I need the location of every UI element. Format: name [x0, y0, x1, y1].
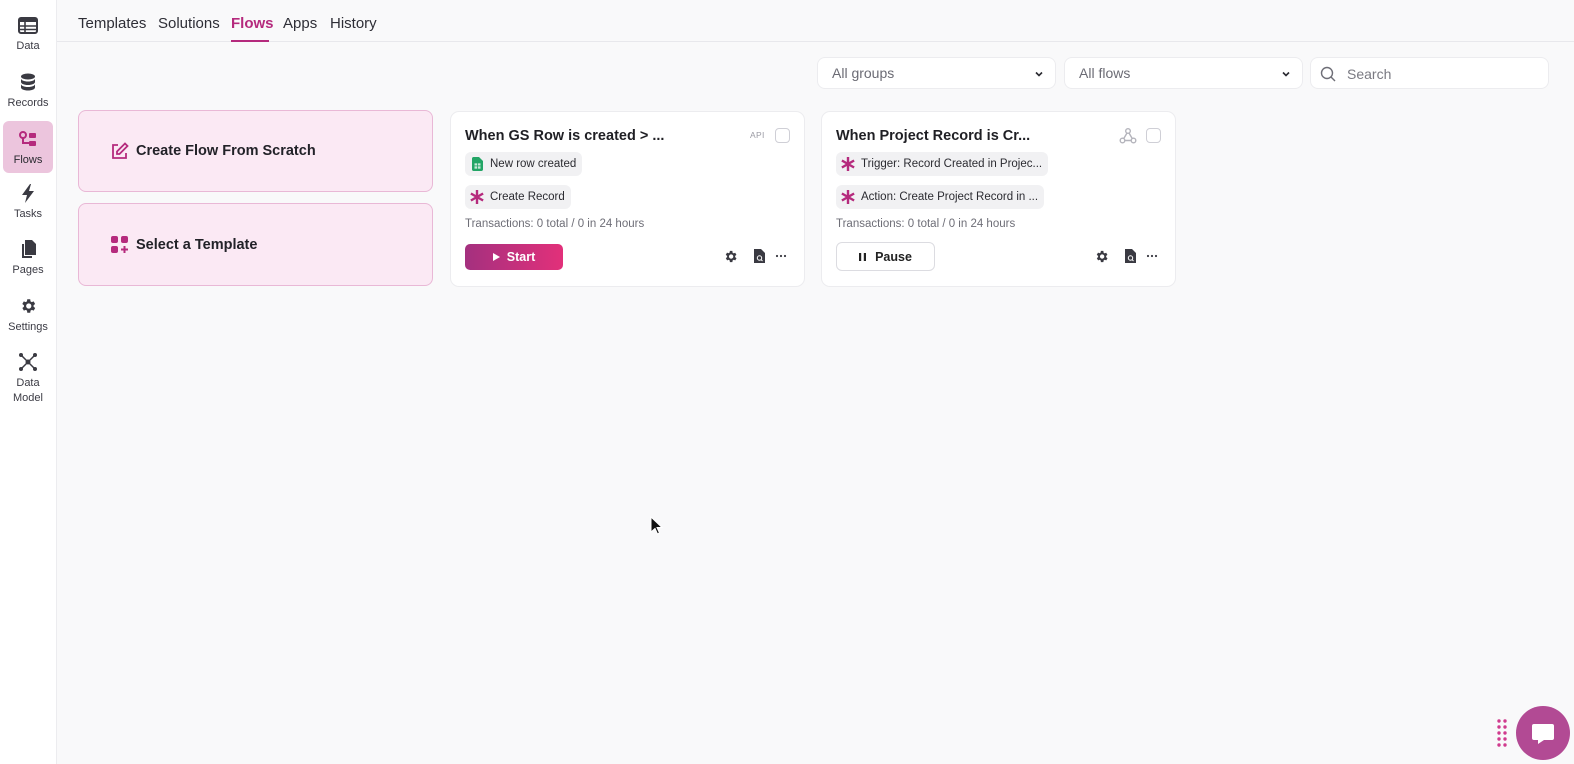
sidebar-item-label: Flows	[13, 154, 43, 166]
action-label: Action: Create Project Record in ...	[861, 191, 1039, 203]
webhook-icon	[1119, 127, 1137, 145]
groups-select[interactable]: All groups	[817, 57, 1056, 89]
start-button-label: Start	[506, 250, 536, 264]
select-template-card[interactable]: Select a Template	[78, 203, 433, 286]
flows-select[interactable]: All flows	[1064, 57, 1303, 89]
drag-handle-icon[interactable]	[1496, 718, 1508, 748]
asterisk-icon	[470, 190, 484, 204]
action-label: Create Record	[490, 191, 565, 203]
sidebar-item-label: Pages	[12, 264, 44, 276]
api-badge: API	[750, 130, 765, 140]
trigger-label: Trigger: Record Created in Projec...	[861, 158, 1043, 170]
pause-button-label: Pause	[875, 249, 912, 264]
sidebar-item-label: Data	[16, 40, 40, 52]
sidebar-item-label: Tasks	[13, 208, 43, 220]
asterisk-icon	[841, 157, 855, 171]
groups-select-value: All groups	[832, 65, 895, 81]
flow-card: When GS Row is created > ... API New row…	[450, 111, 805, 287]
search-box	[1310, 57, 1549, 89]
sidebar-item-tasks[interactable]: Tasks	[3, 182, 53, 226]
pause-icon	[859, 252, 867, 261]
sidebar-item-settings[interactable]: Settings	[3, 295, 53, 339]
asterisk-icon	[841, 190, 855, 204]
table-icon	[17, 14, 39, 36]
sidebar: Data Records Flows Tasks Pages Settings	[0, 0, 57, 764]
sidebar-item-label: Records	[7, 97, 49, 109]
chat-button[interactable]	[1516, 706, 1570, 760]
gear-icon	[17, 295, 39, 317]
play-icon	[492, 253, 500, 261]
edit-icon	[110, 141, 129, 161]
sidebar-item-label: Settings	[8, 321, 48, 333]
template-grid-icon	[110, 235, 129, 254]
action-chip: Action: Create Project Record in ...	[836, 185, 1045, 209]
create-flow-card[interactable]: Create Flow From Scratch	[78, 110, 433, 192]
database-icon	[17, 71, 39, 93]
log-file-icon[interactable]	[1122, 248, 1138, 264]
flow-title[interactable]: When GS Row is created > ...	[465, 128, 664, 144]
action-chip: Create Record	[465, 185, 571, 209]
sidebar-item-pages[interactable]: Pages	[3, 238, 53, 282]
log-file-icon[interactable]	[751, 248, 767, 264]
flow-card: When Project Record is Cr... Trigger: Re…	[821, 111, 1176, 287]
flow-select-checkbox[interactable]	[1146, 128, 1161, 143]
pages-icon	[17, 238, 39, 260]
flows-icon	[17, 128, 39, 150]
trigger-label: New row created	[490, 158, 577, 170]
top-tabs: Templates Solutions Flows Apps History	[57, 0, 1574, 42]
network-icon	[17, 351, 39, 373]
tab-apps[interactable]: Apps	[283, 15, 317, 32]
flow-select-checkbox[interactable]	[775, 128, 790, 143]
start-button[interactable]: Start	[465, 244, 563, 270]
chat-bubble-icon	[1530, 720, 1556, 746]
chevron-down-icon	[1033, 67, 1045, 79]
search-input[interactable]	[1347, 64, 1537, 84]
more-options-icon[interactable]	[1144, 248, 1160, 264]
tab-history[interactable]: History	[330, 15, 377, 32]
sidebar-item-records[interactable]: Records	[3, 71, 53, 115]
chevron-down-icon	[1280, 67, 1292, 79]
gear-icon[interactable]	[722, 248, 738, 264]
sidebar-item-data-model[interactable]: Data Model	[3, 351, 53, 407]
select-template-label: Select a Template	[136, 236, 258, 253]
pause-button[interactable]: Pause	[836, 242, 935, 271]
tab-solutions[interactable]: Solutions	[158, 15, 220, 32]
sidebar-item-flows[interactable]: Flows	[3, 121, 53, 173]
tab-flows[interactable]: Flows	[231, 15, 274, 32]
transactions-text: Transactions: 0 total / 0 in 24 hours	[465, 218, 645, 230]
flows-select-value: All flows	[1079, 65, 1131, 81]
transactions-text: Transactions: 0 total / 0 in 24 hours	[836, 218, 1016, 230]
gear-icon[interactable]	[1093, 248, 1109, 264]
lightning-icon	[17, 182, 39, 204]
more-options-icon[interactable]	[773, 248, 789, 264]
create-flow-label: Create Flow From Scratch	[136, 143, 316, 159]
sidebar-item-data[interactable]: Data	[3, 14, 53, 58]
tab-templates[interactable]: Templates	[78, 15, 146, 32]
active-tab-indicator	[231, 40, 269, 42]
flow-title[interactable]: When Project Record is Cr...	[836, 128, 1030, 144]
trigger-chip: New row created	[465, 152, 583, 176]
search-icon	[1320, 66, 1336, 82]
google-sheets-icon	[470, 157, 484, 171]
sidebar-item-label: Model	[13, 392, 43, 404]
mouse-cursor-icon	[650, 515, 664, 536]
sidebar-item-label: Data	[16, 377, 40, 389]
trigger-chip: Trigger: Record Created in Projec...	[836, 152, 1049, 176]
